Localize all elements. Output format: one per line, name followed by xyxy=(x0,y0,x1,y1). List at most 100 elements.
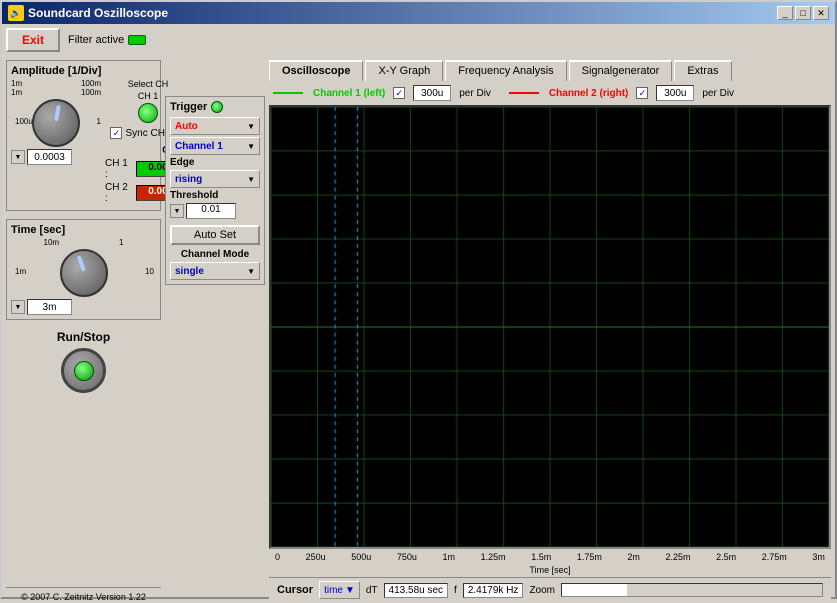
x-label-2.75m: 2.75m xyxy=(762,552,787,562)
edge-value: rising xyxy=(175,174,202,185)
trigger-mode-label: Auto xyxy=(175,121,198,132)
auto-set-button[interactable]: Auto Set xyxy=(170,225,260,245)
amplitude-spin-down[interactable]: ▼ xyxy=(11,150,25,164)
time-value-display: ▼ 3m xyxy=(11,299,156,315)
amp-label-1m: 1m xyxy=(11,88,22,97)
channel-mode-arrow: ▼ xyxy=(247,267,255,276)
cursor-bar: Cursor time ▼ dT 413.58u sec f 2.4179k H… xyxy=(269,577,831,602)
edge-dropdown[interactable]: rising ▼ xyxy=(170,170,260,188)
cursor-dropdown-arrow: ▼ xyxy=(345,585,355,596)
right-panel: Oscilloscope X-Y Graph Frequency Analysi… xyxy=(269,60,831,602)
exit-button[interactable]: Exit xyxy=(6,28,60,52)
run-stop-label: Run/Stop xyxy=(57,330,110,344)
window-title: Soundcard Oszilloscope xyxy=(28,6,168,20)
channel-mode-dropdown[interactable]: single ▼ xyxy=(170,262,260,280)
x-axis-labels: 0 250u 500u 750u 1m 1.25m 1.5m 1.75m 2m … xyxy=(269,551,831,563)
amplitude-knob-labels: 1m 100m xyxy=(11,79,101,88)
threshold-section: Threshold ▼ 0.01 xyxy=(170,190,260,219)
main-content: Amplitude [1/Div] 1m 100m 1m 100m 100u xyxy=(2,56,835,603)
time-knob[interactable] xyxy=(60,249,108,297)
filter-led xyxy=(128,35,146,45)
select-ch-label: Select CH xyxy=(128,79,169,89)
ch2-legend-checkbox[interactable]: ✓ xyxy=(636,87,648,99)
ch2-per-div-unit: per Div xyxy=(702,88,734,99)
trigger-title: Trigger xyxy=(170,101,207,113)
filter-active-row: Filter active xyxy=(68,34,146,46)
time-section: Time [sec] 10m 1 1m 10 ▼ 3m xyxy=(6,219,161,320)
ch1-led[interactable] xyxy=(138,103,158,123)
trigger-title-row: Trigger xyxy=(170,101,260,113)
version-area: © 2007 C. Zeitnitz Version 1.22 xyxy=(6,587,161,602)
edge-label: Edge xyxy=(170,157,260,168)
amp-max-label: 1 xyxy=(97,117,101,126)
amplitude-value: 0.0003 xyxy=(27,149,72,165)
x-label-2m: 2m xyxy=(627,552,640,562)
x-label-3m: 3m xyxy=(812,552,825,562)
time-title: Time [sec] xyxy=(11,224,156,236)
amplitude-value-display: ▼ 0.0003 xyxy=(11,149,101,165)
ch1-legend-label: Channel 1 (left) xyxy=(313,88,385,99)
zoom-slider[interactable] xyxy=(561,583,823,597)
left-panel: Amplitude [1/Div] 1m 100m 1m 100m 100u xyxy=(6,60,161,602)
titlebar-buttons: _ □ ✕ xyxy=(777,6,829,20)
threshold-input[interactable]: 0.01 xyxy=(186,203,236,219)
close-button[interactable]: ✕ xyxy=(813,6,829,20)
trigger-section: Trigger Auto ▼ Channel 1 ▼ Edge rising ▼ xyxy=(165,96,265,285)
ch2-offset-label: CH 2 : xyxy=(105,182,133,204)
channel-mode-section: Channel Mode single ▼ xyxy=(170,249,260,280)
version-text: © 2007 C. Zeitnitz Version 1.22 xyxy=(6,592,161,602)
cursor-label: Cursor xyxy=(277,584,313,596)
top-bar: Exit Filter active xyxy=(2,24,835,56)
zoom-label: Zoom xyxy=(529,585,555,596)
minimize-button[interactable]: _ xyxy=(777,6,793,20)
filter-active-label: Filter active xyxy=(68,34,124,46)
time-label-10m: 10m xyxy=(44,238,60,247)
ch2-legend-label: Channel 2 (right) xyxy=(549,88,628,99)
sync-checkbox[interactable]: ✓ xyxy=(110,127,122,139)
ch1-offset-label: CH 1 : xyxy=(105,158,133,180)
scope-display[interactable] xyxy=(269,105,831,549)
time-min-label: 1m xyxy=(15,267,26,276)
run-stop-button[interactable] xyxy=(61,348,106,393)
threshold-input-row: ▼ 0.01 xyxy=(170,203,260,219)
time-max-label: 10 xyxy=(145,267,154,276)
ch1-per-div-unit: per Div xyxy=(459,88,491,99)
time-spin-down[interactable]: ▼ xyxy=(11,300,25,314)
titlebar-title: 🔊 Soundcard Oszilloscope xyxy=(8,5,168,21)
edge-arrow: ▼ xyxy=(247,175,255,184)
main-window: 🔊 Soundcard Oszilloscope _ □ ✕ Exit Filt… xyxy=(0,0,837,599)
amplitude-knob[interactable] xyxy=(32,99,80,147)
titlebar: 🔊 Soundcard Oszilloscope _ □ ✕ xyxy=(2,2,835,24)
ch1-label: CH 1 xyxy=(138,91,159,101)
x-axis-unit: Time [sec] xyxy=(269,565,831,575)
scope-canvas xyxy=(271,107,829,547)
trigger-channel-label: Channel 1 xyxy=(175,141,223,152)
trigger-mode-dropdown[interactable]: Auto ▼ xyxy=(170,117,260,135)
x-label-2.25m: 2.25m xyxy=(666,552,691,562)
channel-mode-value: single xyxy=(175,266,204,277)
trigger-panel: Trigger Auto ▼ Channel 1 ▼ Edge rising ▼ xyxy=(165,60,265,602)
threshold-label: Threshold xyxy=(170,190,260,201)
tab-oscilloscope[interactable]: Oscilloscope xyxy=(269,60,363,81)
time-value: 3m xyxy=(27,299,72,315)
ch1-per-div-input[interactable] xyxy=(413,85,451,101)
cursor-type-dropdown[interactable]: time ▼ xyxy=(319,581,360,599)
x-label-750u: 750u xyxy=(397,552,417,562)
x-label-1.25m: 1.25m xyxy=(481,552,506,562)
tab-extras[interactable]: Extras xyxy=(674,60,731,81)
ch1-legend-checkbox[interactable]: ✓ xyxy=(393,87,405,99)
tab-frequency-analysis[interactable]: Frequency Analysis xyxy=(445,60,566,81)
tab-signalgenerator[interactable]: Signalgenerator xyxy=(569,60,673,81)
f-value: 2.4179k Hz xyxy=(463,583,524,598)
trigger-channel-dropdown[interactable]: Channel 1 ▼ xyxy=(170,137,260,155)
maximize-button[interactable]: □ xyxy=(795,6,811,20)
trigger-mode-arrow: ▼ xyxy=(247,122,255,131)
app-icon: 🔊 xyxy=(8,5,24,21)
x-label-1.75m: 1.75m xyxy=(577,552,602,562)
ch2-per-div-input[interactable] xyxy=(656,85,694,101)
x-label-250u: 250u xyxy=(306,552,326,562)
threshold-spin-down[interactable]: ▼ xyxy=(170,204,184,218)
tab-xy-graph[interactable]: X-Y Graph xyxy=(365,60,443,81)
trigger-led xyxy=(211,101,223,113)
time-label-1: 1 xyxy=(119,238,123,247)
